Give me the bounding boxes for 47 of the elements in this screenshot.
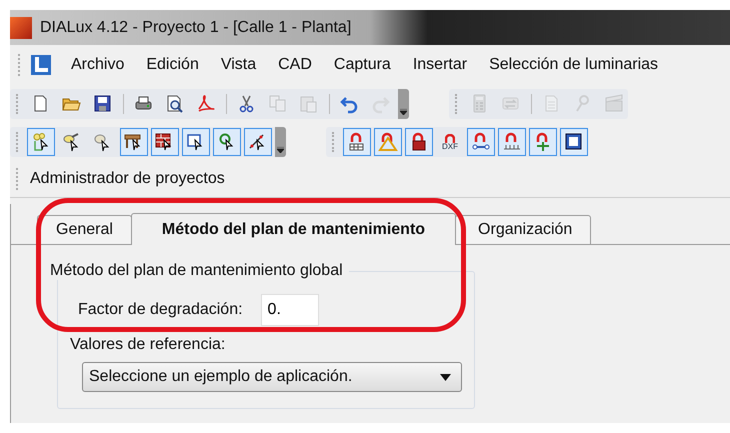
l-logo-icon [30, 54, 52, 76]
menu-item[interactable]: Vista [212, 52, 266, 78]
copy-icon [268, 94, 288, 114]
degradation-factor-field[interactable]: 0. [260, 294, 319, 326]
caret-icon [277, 147, 284, 153]
menu-item[interactable]: Selección de luminarias [480, 52, 668, 78]
paste-icon [299, 94, 319, 114]
caret-icon [440, 374, 451, 380]
menu-item[interactable]: Archivo [62, 52, 134, 78]
clapper-icon [604, 94, 624, 114]
tab[interactable]: Organización [455, 215, 592, 244]
group-legend: Método del plan de mantenimiento global [50, 262, 349, 280]
reference-label: Valores de referencia: [70, 336, 226, 354]
magnetline-icon [471, 132, 491, 152]
frame-button[interactable] [182, 128, 210, 156]
table-button[interactable] [120, 128, 148, 156]
preview-icon [165, 94, 185, 114]
magnetgrid-button[interactable] [343, 128, 371, 156]
overflow-button[interactable] [398, 89, 409, 119]
magnetruler-icon [502, 132, 522, 152]
swirl-icon [196, 94, 216, 114]
app-logo-icon [10, 16, 32, 38]
menu-item[interactable]: Edición [137, 52, 208, 78]
menu-item[interactable]: Insertar [404, 52, 476, 78]
panel-title: Administrador de proyectos [30, 170, 225, 188]
menu-item[interactable]: CAD [269, 52, 321, 78]
brick-button[interactable] [151, 128, 179, 156]
magnetline-button[interactable] [467, 128, 495, 156]
square-button[interactable] [560, 128, 588, 156]
magnettriangle-icon [378, 132, 398, 152]
menu-item[interactable]: Captura [324, 52, 400, 78]
application-dropdown[interactable]: Seleccione un ejemplo de aplicación. [82, 362, 462, 392]
icon-label: DXF [442, 142, 458, 150]
undo-icon [340, 94, 360, 114]
square-icon [564, 132, 584, 152]
line-button[interactable] [244, 128, 272, 156]
magnetruler-button[interactable] [498, 128, 526, 156]
magnetcross-button[interactable] [529, 128, 557, 156]
ring-button[interactable] [213, 128, 241, 156]
magnettriangle-button[interactable] [374, 128, 402, 156]
tab[interactable]: Método del plan de mantenimiento [130, 213, 456, 245]
magnetlabel-button[interactable]: DXF [436, 128, 464, 156]
caret-icon [400, 109, 407, 115]
magnet-icon [445, 134, 455, 142]
window-title: DIALux 4.12 - Proyecto 1 - [Calle 1 - Planta] [40, 18, 352, 36]
field-label: Factor de degradación: [78, 301, 243, 319]
overflow-button[interactable] [275, 127, 286, 157]
